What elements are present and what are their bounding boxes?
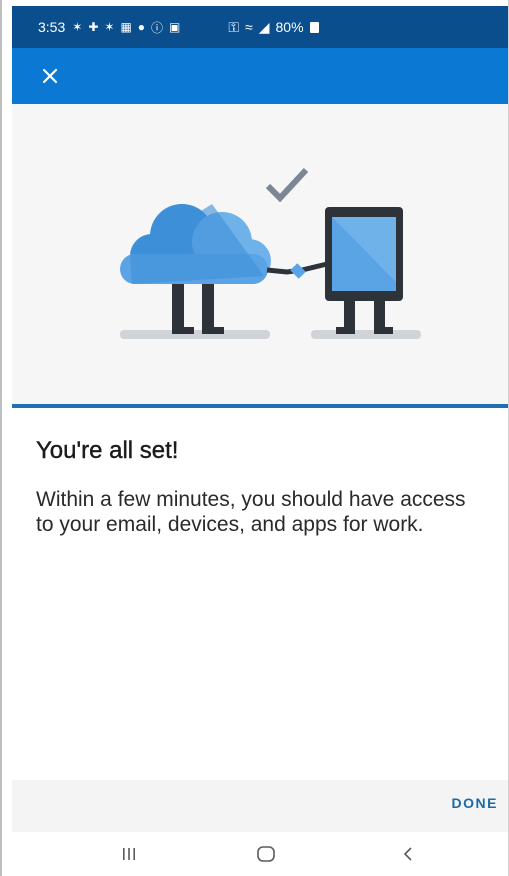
cloud-leg-right	[202, 279, 214, 334]
status-right: ⚿ ≈ ◢ 80%	[228, 18, 319, 36]
status-notification-icons: ✶ ✚ ✶ ▦ ● ⓘ ▣	[72, 19, 180, 36]
status-left: 3:53 ✶ ✚ ✶ ▦ ● ⓘ ▣	[38, 19, 180, 36]
signal-icon: ◢	[258, 18, 270, 35]
close-icon	[42, 68, 58, 84]
cloud-foot-left	[172, 327, 194, 334]
status-time: 3:53	[38, 19, 66, 35]
done-button[interactable]: DONE	[452, 795, 498, 811]
device-shadow	[311, 330, 421, 339]
handshake-link	[290, 263, 306, 279]
close-button[interactable]	[36, 62, 64, 90]
cloud-device-handshake-illustration	[120, 167, 421, 339]
hero-illustration	[12, 104, 508, 404]
location-icon: ●	[137, 20, 146, 34]
info-icon: ⓘ	[151, 20, 164, 35]
confirmation-message: Within a few minutes, you should have ac…	[36, 488, 466, 536]
cloud-leg-left	[172, 279, 184, 334]
app-icon: ▣	[169, 20, 181, 34]
cloud-foot-right	[202, 327, 224, 334]
wifi-icon: ≈	[245, 19, 253, 35]
screen: 3:53 ✶ ✚ ✶ ▦ ● ⓘ ▣ ⚿ ≈ ◢ 80% You're all …	[0, 0, 509, 876]
footer-bar: DONE	[12, 780, 508, 832]
recents-button[interactable]	[107, 838, 151, 870]
battery-icon	[309, 21, 319, 33]
status-bar: 3:53 ✶ ✚ ✶ ▦ ● ⓘ ▣ ⚿ ≈ ◢ 80%	[12, 6, 508, 48]
page-title: You're all set!	[36, 437, 179, 464]
checkmark-icon	[265, 167, 309, 203]
shield-icon: ✚	[88, 20, 99, 34]
notification-icon: ✶	[104, 20, 115, 34]
battery-percent: 80%	[275, 19, 304, 35]
progress-divider	[12, 404, 508, 408]
device-foot-left	[336, 327, 355, 334]
gallery-icon: ▦	[120, 20, 132, 34]
device-foot-right	[374, 327, 393, 334]
recents-icon	[123, 848, 135, 860]
home-icon	[257, 846, 275, 862]
back-icon	[403, 847, 412, 861]
cloud-icon	[120, 204, 271, 284]
system-nav-bar	[12, 832, 508, 876]
notification-icon: ✶	[72, 20, 83, 34]
home-button[interactable]	[244, 838, 288, 870]
tablet-icon	[325, 207, 403, 301]
back-button[interactable]	[386, 838, 430, 870]
key-icon: ⚿	[228, 18, 240, 35]
cloud-shadow	[120, 330, 270, 339]
app-bar	[12, 48, 508, 104]
